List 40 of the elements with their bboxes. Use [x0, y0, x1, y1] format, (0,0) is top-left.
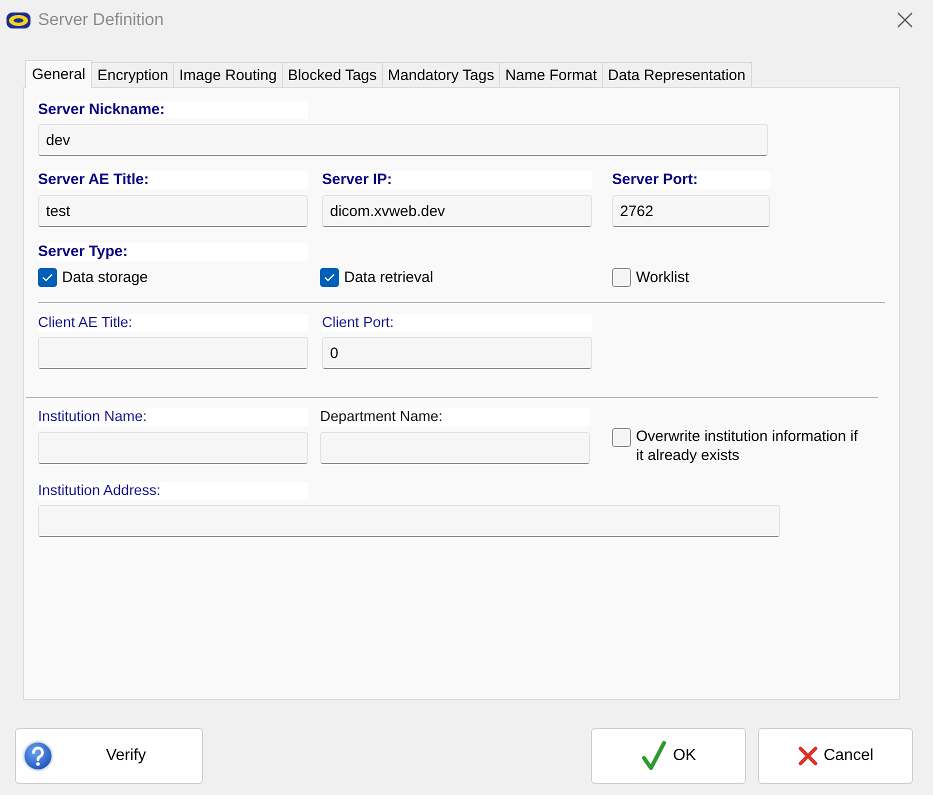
text-field[interactable]: dicom.xvweb.dev — [322, 195, 592, 227]
checkbox[interactable] — [38, 268, 57, 287]
field-label: Server Port: — [612, 171, 770, 189]
field-label: Server Nickname: — [38, 101, 308, 119]
text-field[interactable] — [320, 432, 590, 464]
checkbox-label[interactable]: Worklist — [636, 268, 690, 287]
check-icon — [640, 740, 667, 772]
field-label: Client Port: — [322, 314, 592, 332]
field-label: Department Name: — [320, 408, 590, 426]
text-field[interactable] — [38, 337, 308, 369]
field-label: Server IP: — [322, 171, 592, 189]
window-title: Server Definition — [38, 9, 164, 32]
cross-icon — [798, 746, 818, 766]
checkbox[interactable] — [320, 268, 339, 287]
tab[interactable]: Data Representation — [602, 62, 752, 87]
text-field[interactable]: 2762 — [612, 195, 770, 227]
verify-button[interactable]: Verify — [15, 728, 203, 784]
text-field[interactable] — [38, 505, 780, 537]
text-field[interactable]: dev — [38, 124, 768, 156]
close-icon[interactable] — [897, 12, 913, 28]
tick-icon — [42, 273, 53, 282]
text-field[interactable]: 0 — [322, 337, 592, 369]
help-icon — [22, 740, 54, 772]
field-label: Institution Name: — [38, 408, 308, 426]
checkbox[interactable] — [612, 428, 631, 447]
checkbox-label[interactable]: Data storage — [62, 268, 148, 287]
tick-icon — [324, 273, 335, 282]
checkbox-label[interactable]: Data retrieval — [344, 268, 434, 287]
field-label: Server Type: — [38, 243, 308, 261]
cancel-button[interactable]: Cancel — [758, 728, 913, 784]
logo-icon — [6, 12, 31, 28]
field-label: Institution Address: — [38, 482, 308, 500]
checkbox[interactable] — [612, 268, 631, 287]
field-label: Client AE Title: — [38, 314, 308, 332]
field-label: Server AE Title: — [38, 171, 308, 189]
ok-button[interactable]: OK — [591, 728, 746, 784]
text-field[interactable] — [38, 432, 308, 464]
text-field[interactable]: test — [38, 195, 308, 227]
checkbox-label[interactable]: Overwrite institution information if it already exists — [636, 427, 866, 465]
tab[interactable]: General — [25, 60, 92, 88]
